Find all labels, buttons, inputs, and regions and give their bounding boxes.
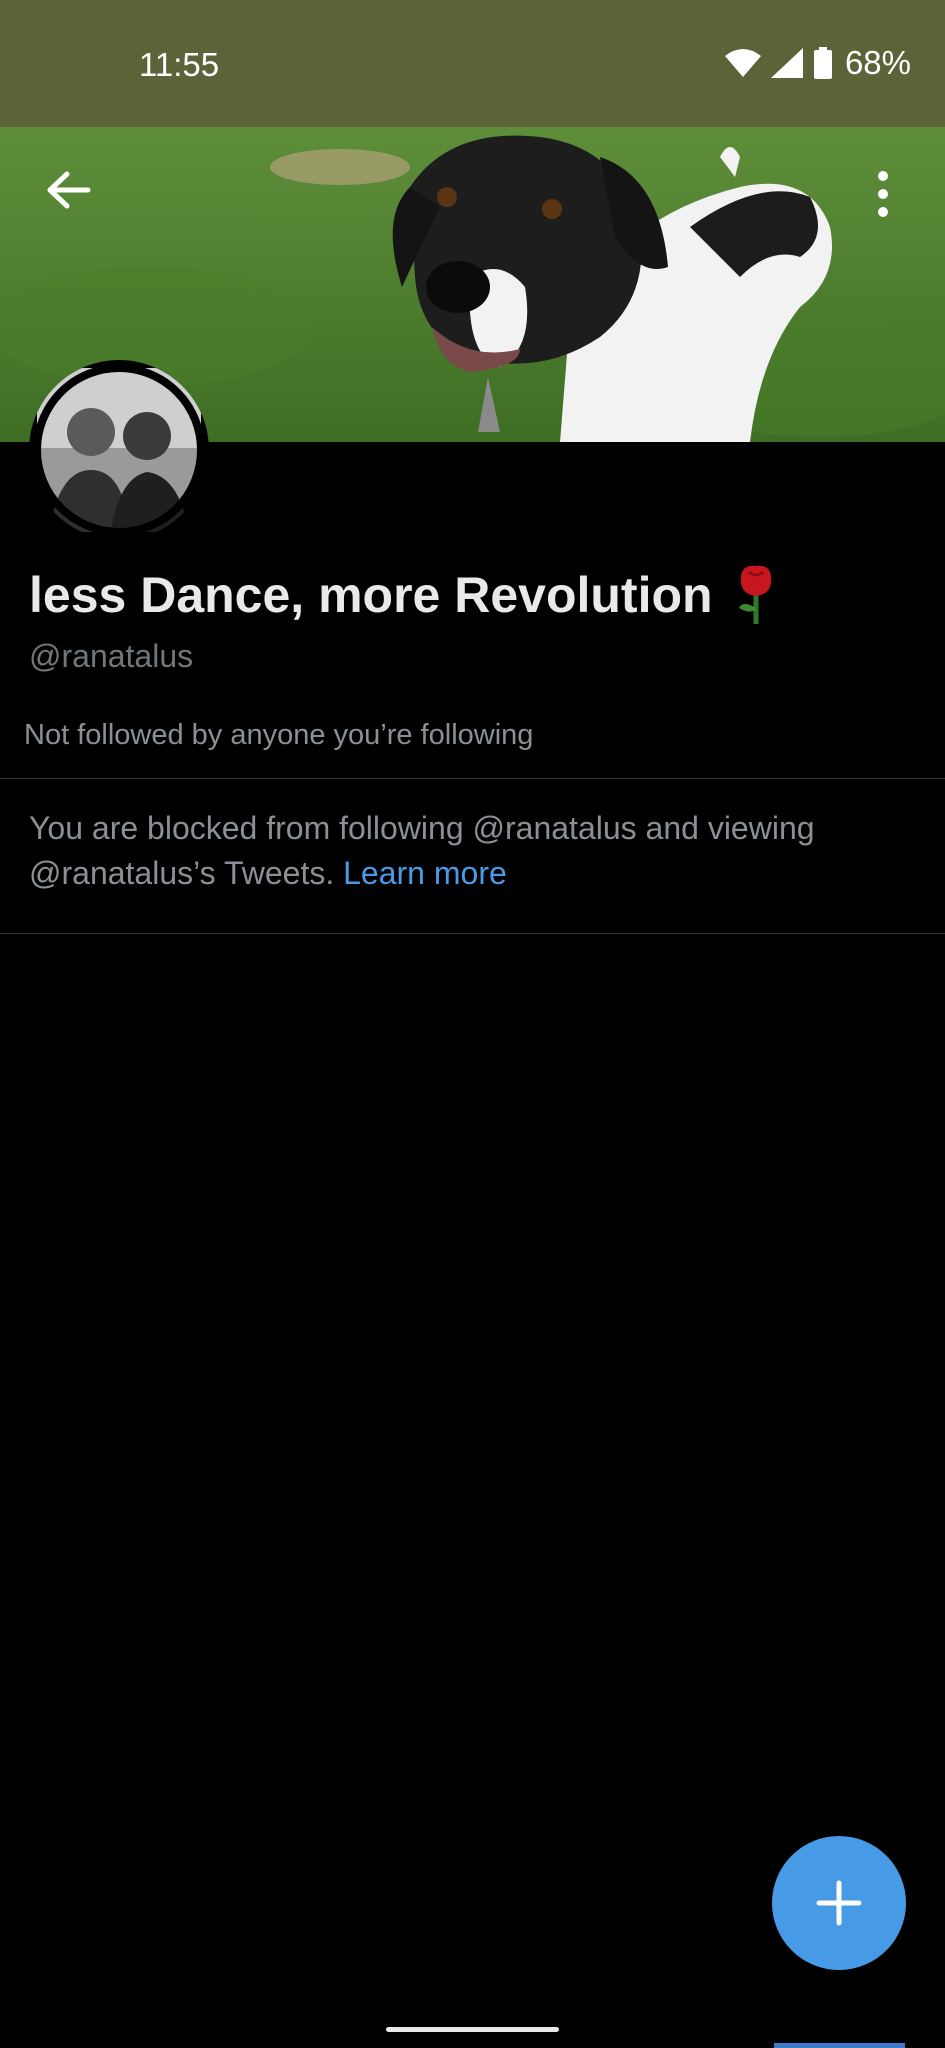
learn-more-link[interactable]: Learn more bbox=[343, 855, 507, 891]
status-time: 11:55 bbox=[139, 46, 220, 83]
divider bbox=[0, 933, 945, 934]
profile-handle: @ranatalus bbox=[29, 638, 194, 674]
battery-level: 68% bbox=[844, 44, 911, 81]
blocked-notice: You are blocked from following @ranatalu… bbox=[29, 806, 909, 896]
battery-icon bbox=[813, 47, 832, 79]
status-bar: 11:55 68% bbox=[0, 0, 945, 127]
avatar[interactable] bbox=[29, 360, 209, 540]
rose-icon bbox=[738, 565, 771, 624]
arrow-left-icon bbox=[47, 171, 91, 209]
home-indicator[interactable] bbox=[386, 2027, 559, 2032]
plus-icon bbox=[816, 1880, 862, 1926]
more-vertical-icon bbox=[878, 171, 888, 217]
signal-icon bbox=[770, 48, 803, 78]
back-button[interactable] bbox=[38, 160, 98, 220]
wifi-icon bbox=[724, 49, 761, 77]
more-options-button[interactable] bbox=[853, 160, 913, 228]
nav-accent-bar bbox=[774, 2043, 905, 2048]
display-name-text: less Dance, more Revolution bbox=[29, 567, 713, 623]
divider bbox=[0, 778, 945, 779]
display-name: less Dance, more Revolution bbox=[29, 564, 777, 626]
status-icons: 68% bbox=[724, 44, 911, 82]
followed-by-text: Not followed by anyone you’re following bbox=[24, 719, 534, 751]
compose-tweet-button[interactable] bbox=[772, 1836, 906, 1970]
